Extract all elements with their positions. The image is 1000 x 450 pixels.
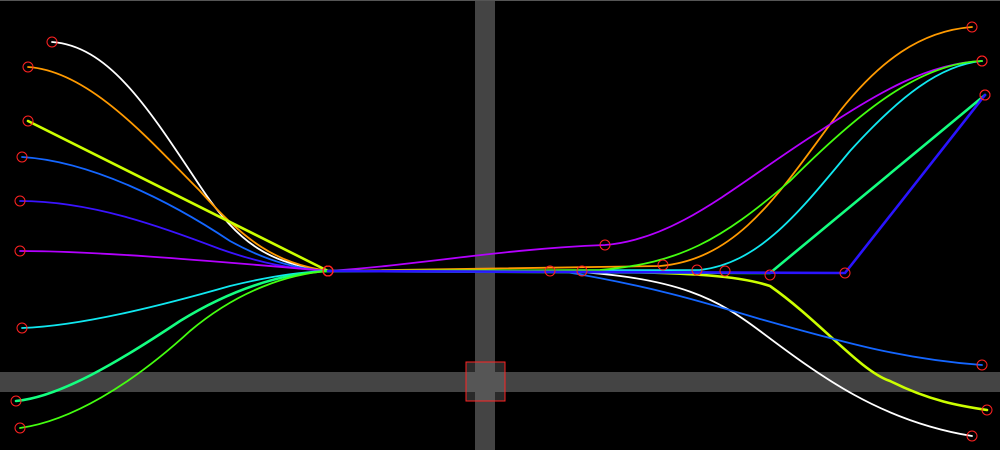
crosshair-cursor	[465, 361, 506, 402]
curve-editor-canvas[interactable]	[0, 0, 1000, 450]
cursor-box	[465, 361, 506, 402]
curve-plot[interactable]	[0, 1, 1000, 450]
curve-cyan	[21, 60, 983, 329]
control-node-lime-2[interactable]	[719, 265, 731, 277]
curve-blue	[21, 156, 983, 366]
curve-orange	[27, 26, 973, 272]
curve-yellow-green	[26, 119, 989, 412]
curve-bright-blue	[326, 93, 987, 275]
